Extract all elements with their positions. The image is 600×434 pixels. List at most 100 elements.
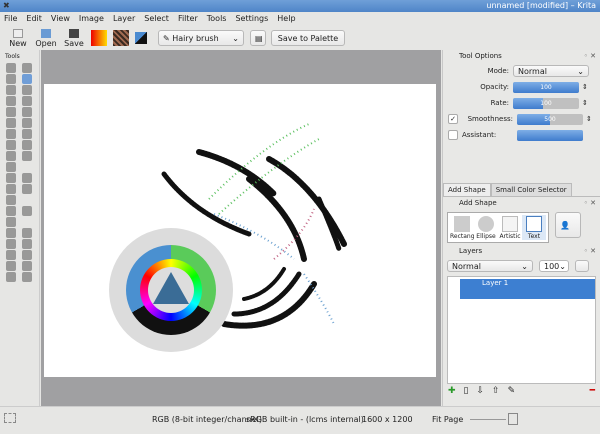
menu-select[interactable]: Select xyxy=(144,12,169,26)
ellipse-select-icon[interactable] xyxy=(22,239,32,249)
shape-collection-button[interactable]: 👤 xyxy=(555,212,581,238)
path-select-icon[interactable] xyxy=(6,272,16,282)
fullscreen-icon[interactable] xyxy=(508,413,518,425)
tab-small-color-selector[interactable]: Small Color Selector xyxy=(490,183,572,196)
toolbox-title: Tools xyxy=(5,53,20,60)
stroke xyxy=(213,213,295,260)
layer-blend-mode[interactable]: Normal ⌄ xyxy=(447,260,533,272)
bezier-tool-icon[interactable] xyxy=(22,151,32,161)
rect-select-icon[interactable] xyxy=(6,239,16,249)
swap-colors-icon[interactable] xyxy=(135,32,147,44)
gradient-tool-icon[interactable] xyxy=(6,96,16,106)
add-shape-header: Add Shape ◦ ✕ xyxy=(443,197,600,210)
stroke xyxy=(242,267,286,301)
shape-text[interactable]: Text xyxy=(522,215,546,240)
color-picker-icon[interactable] xyxy=(22,206,32,216)
layer-opacity[interactable]: 100 ⌄ xyxy=(539,260,569,272)
poly-select-icon[interactable] xyxy=(6,250,16,260)
pan-tool-icon[interactable] xyxy=(22,107,32,117)
layer-view-mode-icon[interactable] xyxy=(575,260,589,272)
menu-view[interactable]: View xyxy=(51,12,70,26)
saturation-triangle[interactable] xyxy=(151,270,191,310)
layer-item[interactable]: Layer 1 xyxy=(460,279,595,299)
gradient-fill-icon[interactable] xyxy=(6,217,16,227)
menu-file[interactable]: File xyxy=(4,12,17,26)
title-bar: ✖ unnamed [modified] – Krita xyxy=(0,0,600,12)
polyline-tool-icon[interactable] xyxy=(22,140,32,150)
assistant-slider[interactable] xyxy=(517,129,583,141)
tab-add-shape[interactable]: Add Shape xyxy=(443,183,491,196)
popup-palette[interactable] xyxy=(109,228,233,352)
move-up-icon[interactable]: ⇧ xyxy=(492,386,500,396)
zoom-select[interactable]: Fit Page xyxy=(432,415,463,424)
menu-image[interactable]: Image xyxy=(79,12,104,26)
canvas[interactable] xyxy=(44,84,436,377)
fill-bucket-icon[interactable] xyxy=(6,206,16,216)
open-button[interactable]: Open xyxy=(32,28,60,48)
menu-filter[interactable]: Filter xyxy=(178,12,198,26)
close-icon[interactable]: ✖ xyxy=(3,0,10,12)
star-tool-icon[interactable] xyxy=(6,151,16,161)
mode-select[interactable]: Normal ⌄ xyxy=(513,65,589,77)
similar-select-icon[interactable] xyxy=(22,261,32,271)
assistant-tool-icon[interactable] xyxy=(6,228,16,238)
brush-preset-selector[interactable]: ✎ Hairy brush ⌄ xyxy=(158,30,244,46)
smoothness-checkbox[interactable]: ✓ xyxy=(448,114,458,124)
dock-close-icon[interactable]: ◦ ✕ xyxy=(584,50,596,63)
save-to-palette-button[interactable]: Save to Palette xyxy=(271,30,345,46)
shape-list: Rectangle Ellipse Artistic Text xyxy=(447,212,549,243)
menu-layer[interactable]: Layer xyxy=(113,12,135,26)
select-tool-icon[interactable] xyxy=(6,63,16,73)
contiguous-select-icon[interactable] xyxy=(6,261,16,271)
move-tool-icon[interactable] xyxy=(22,173,32,183)
crop-tool-icon[interactable] xyxy=(6,173,16,183)
selection-icon xyxy=(4,413,16,423)
line-tool-icon[interactable] xyxy=(22,85,32,95)
zoom-slider[interactable] xyxy=(470,419,506,420)
delete-layer-icon[interactable]: ━ xyxy=(590,386,595,396)
pattern-tool-icon[interactable] xyxy=(22,96,32,106)
fill-tool-icon[interactable] xyxy=(6,85,16,95)
brush-tool-icon[interactable] xyxy=(22,74,32,84)
palette-icon[interactable]: ▤ xyxy=(250,30,266,46)
rectangle-icon xyxy=(454,216,470,232)
path-tool-icon[interactable] xyxy=(6,118,16,128)
perspective-icon[interactable] xyxy=(22,184,32,194)
dock-close-icon[interactable]: ◦ ✕ xyxy=(584,197,596,210)
ellipse-tool-icon[interactable] xyxy=(22,129,32,139)
opacity-slider[interactable]: 100 xyxy=(513,81,579,93)
properties-icon[interactable]: ✎ xyxy=(508,386,516,396)
rate-slider[interactable]: 100 xyxy=(513,97,579,109)
transform-icon[interactable] xyxy=(6,184,16,194)
polygon-tool-icon[interactable] xyxy=(6,140,16,150)
dock-close-icon[interactable]: ◦ ✕ xyxy=(584,245,596,258)
right-dock: Tool Options ◦ ✕ Mode: Normal ⌄ Opacity: 100… xyxy=(442,50,600,406)
straight-line-icon[interactable] xyxy=(22,118,32,128)
measure-tool-icon[interactable] xyxy=(6,195,16,205)
bezier-select-icon[interactable] xyxy=(22,272,32,282)
assistant-checkbox[interactable] xyxy=(448,130,458,140)
calligraphy-tool-icon[interactable] xyxy=(6,74,16,84)
menu-edit[interactable]: Edit xyxy=(26,12,42,26)
save-button[interactable]: Save xyxy=(60,28,88,48)
menu-tools[interactable]: Tools xyxy=(207,12,227,26)
freehand-path-icon[interactable] xyxy=(6,162,16,172)
shape-rectangle[interactable]: Rectangle xyxy=(450,215,474,240)
pattern-selector[interactable] xyxy=(113,30,129,46)
artistic-text-icon xyxy=(502,216,518,232)
outline-select-icon[interactable] xyxy=(22,250,32,260)
duplicate-layer-icon[interactable]: ▯ xyxy=(464,386,469,396)
shape-artistic[interactable]: Artistic xyxy=(498,215,522,240)
rectangle-tool-icon[interactable] xyxy=(6,129,16,139)
new-button[interactable]: New xyxy=(4,28,32,48)
menu-settings[interactable]: Settings xyxy=(235,12,268,26)
move-down-icon[interactable]: ⇩ xyxy=(477,386,485,396)
shape-ellipse[interactable]: Ellipse xyxy=(474,215,498,240)
add-layer-icon[interactable]: ✚ xyxy=(448,386,456,396)
grid-tool-icon[interactable] xyxy=(22,228,32,238)
menu-help[interactable]: Help xyxy=(277,12,295,26)
transform-tool-icon[interactable] xyxy=(22,63,32,73)
smoothness-slider[interactable]: 500 xyxy=(517,113,583,125)
zoom-tool-icon[interactable] xyxy=(6,107,16,117)
gradient-selector[interactable] xyxy=(91,30,107,46)
